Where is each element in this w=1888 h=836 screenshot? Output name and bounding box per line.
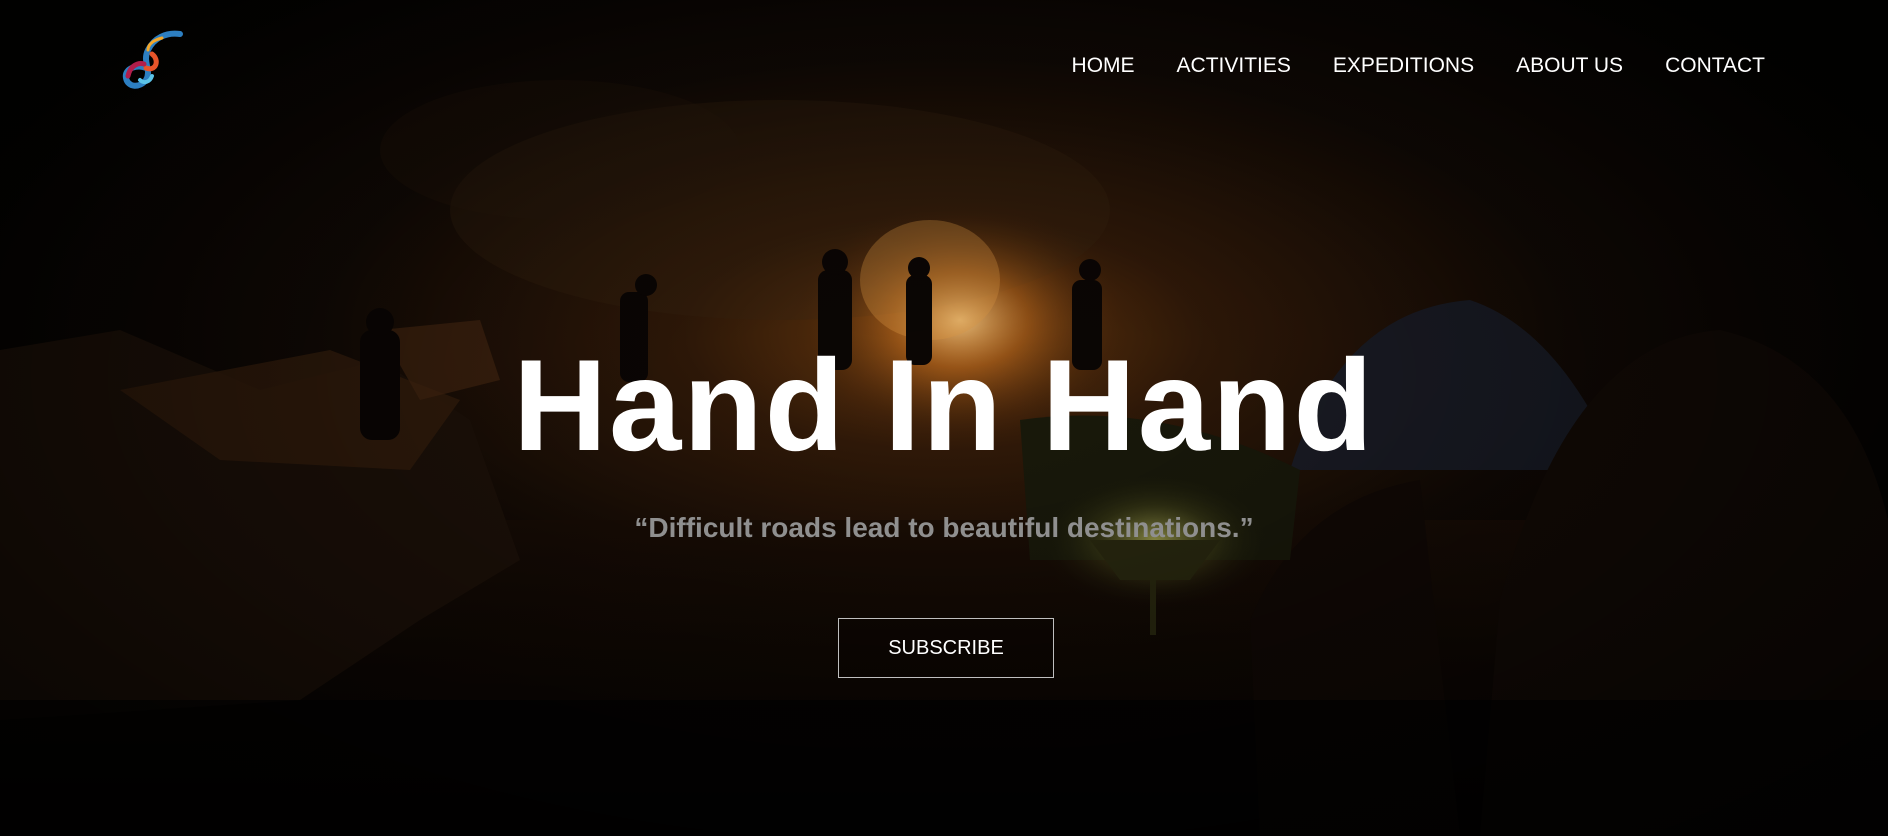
- main-nav: HOME ACTIVITIES EXPEDITIONS ABOUT US CON…: [1072, 54, 1765, 78]
- subscribe-button[interactable]: SUBSCRIBE: [838, 618, 1054, 678]
- nav-expeditions-link[interactable]: EXPEDITIONS: [1333, 54, 1474, 78]
- nav-home-link[interactable]: HOME: [1072, 54, 1135, 78]
- hero-title: Hand In Hand: [513, 332, 1375, 478]
- nav-activities-link[interactable]: ACTIVITIES: [1177, 54, 1291, 78]
- hero-quote: “Difficult roads lead to beautiful desti…: [634, 512, 1254, 543]
- brand-swirl-logo-icon[interactable]: [118, 30, 188, 92]
- nav-about-us-link[interactable]: ABOUT US: [1516, 54, 1623, 78]
- nav-contact-link[interactable]: CONTACT: [1665, 54, 1765, 78]
- hero-section: HOME ACTIVITIES EXPEDITIONS ABOUT US CON…: [0, 0, 1888, 836]
